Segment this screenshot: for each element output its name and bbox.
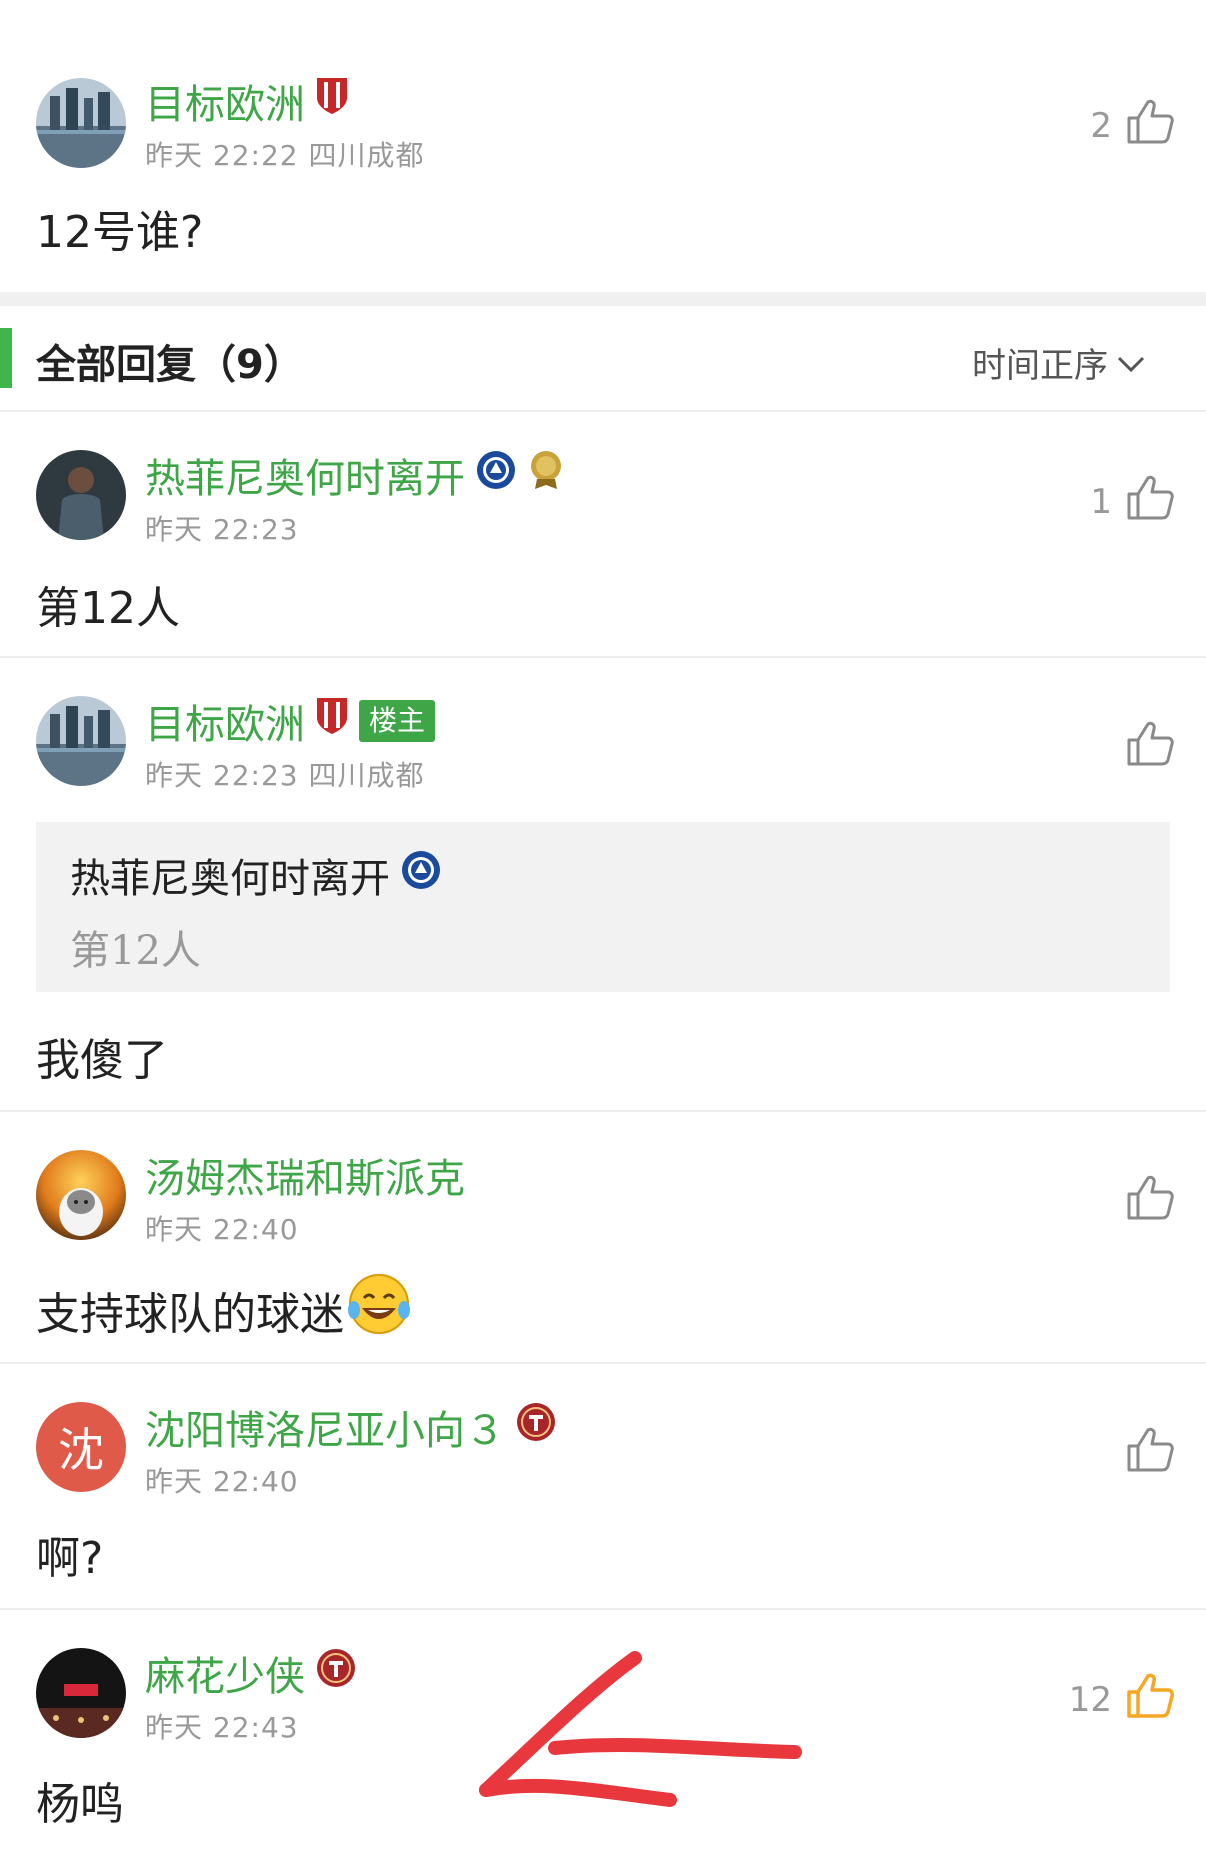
reply-like[interactable] bbox=[1112, 1426, 1174, 1481]
reply-content: 支持球队的球迷 bbox=[36, 1288, 344, 1340]
reply-like[interactable]: 1 bbox=[1090, 474, 1174, 529]
post-content: 12号谁? bbox=[36, 207, 204, 258]
post-like-count: 2 bbox=[1090, 105, 1112, 146]
reply-content-row: 支持球队的球迷 bbox=[36, 1272, 414, 1347]
laughing-tears-emoji-icon bbox=[344, 1272, 414, 1347]
reply-author-row: 热菲尼奥何时离开 bbox=[145, 446, 565, 504]
reply-author-name[interactable]: 麻花少侠 bbox=[145, 1644, 305, 1702]
chelsea-badge-icon bbox=[475, 449, 517, 501]
post-author-name[interactable]: 目标欧洲 bbox=[145, 72, 305, 130]
quote-text: 第12人 bbox=[70, 928, 201, 974]
reply-meta: 昨天 22:43 bbox=[145, 1711, 299, 1744]
reply-like-count: 1 bbox=[1090, 481, 1112, 522]
post-like[interactable]: 2 bbox=[1090, 98, 1174, 153]
reply-meta: 昨天 22:40 bbox=[145, 1213, 299, 1246]
reply-author-name[interactable]: 目标欧洲 bbox=[145, 692, 305, 750]
red-arrow-annotation bbox=[479, 1651, 802, 1807]
thumbs-up-icon bbox=[1126, 474, 1174, 529]
shield-badge-icon bbox=[315, 696, 349, 746]
reply-avatar[interactable]: 沈 bbox=[36, 1402, 126, 1492]
post-avatar[interactable] bbox=[36, 78, 126, 168]
post-meta: 昨天 22:22 四川成都 bbox=[145, 139, 425, 172]
club-badge-icon bbox=[315, 1647, 357, 1699]
thumbs-up-icon bbox=[1126, 1174, 1174, 1229]
avatar-initial: 沈 bbox=[58, 1423, 104, 1477]
quote-author-name: 热菲尼奥何时离开 bbox=[70, 856, 390, 902]
reply-content: 啊? bbox=[36, 1533, 104, 1584]
host-badge: 楼主 bbox=[359, 700, 436, 742]
reply-avatar[interactable] bbox=[36, 450, 126, 540]
reply-like-count: 12 bbox=[1068, 1679, 1112, 1720]
divider bbox=[0, 410, 1206, 412]
chevron-down-icon bbox=[1116, 343, 1146, 383]
divider bbox=[0, 1110, 1206, 1112]
reply-author-row: 沈阳博洛尼亚小向３ bbox=[145, 1398, 557, 1456]
sort-label: 时间正序 bbox=[972, 346, 1108, 386]
thumbs-up-liked-icon bbox=[1126, 1672, 1174, 1727]
quote-author-row: 热菲尼奥何时离开 bbox=[70, 846, 442, 904]
reply-like[interactable] bbox=[1112, 720, 1174, 775]
replies-header: 全部回复（9） 时间正序 bbox=[0, 306, 1206, 410]
reply-like[interactable] bbox=[1112, 1174, 1174, 1229]
thumbs-up-icon bbox=[1126, 98, 1174, 153]
reply-avatar[interactable] bbox=[36, 696, 126, 786]
section-accent-bar bbox=[0, 328, 12, 388]
reply-meta: 昨天 22:23 bbox=[145, 513, 299, 546]
reply-avatar[interactable] bbox=[36, 1150, 126, 1240]
divider bbox=[0, 1362, 1206, 1364]
reply-meta: 昨天 22:40 bbox=[145, 1465, 299, 1498]
reply-content: 我傻了 bbox=[36, 1035, 168, 1086]
reply-author-name[interactable]: 沈阳博洛尼亚小向３ bbox=[145, 1398, 505, 1456]
reply-author-name[interactable]: 热菲尼奥何时离开 bbox=[145, 446, 465, 504]
quoted-reply[interactable]: 热菲尼奥何时离开 第12人 bbox=[36, 822, 1170, 992]
thumbs-up-icon bbox=[1126, 720, 1174, 775]
sort-dropdown[interactable]: 时间正序 bbox=[972, 338, 1146, 387]
club-badge-icon bbox=[515, 1401, 557, 1453]
thumbs-up-icon bbox=[1126, 1426, 1174, 1481]
reply-author-name[interactable]: 汤姆杰瑞和斯派克 bbox=[145, 1146, 465, 1204]
gold-medal-icon bbox=[527, 449, 565, 501]
reply-content: 第12人 bbox=[36, 583, 180, 634]
replies-title: 全部回复（9） bbox=[36, 342, 304, 388]
reply-meta: 昨天 22:23 四川成都 bbox=[145, 759, 425, 792]
chelsea-badge-icon bbox=[400, 849, 442, 901]
reply-author-row: 汤姆杰瑞和斯派克 bbox=[145, 1146, 465, 1204]
shield-badge-icon bbox=[315, 76, 349, 126]
post-author-row: 目标欧洲 bbox=[145, 72, 349, 130]
reply-like[interactable]: 12 bbox=[1069, 1672, 1174, 1727]
divider bbox=[0, 656, 1206, 658]
divider bbox=[0, 1608, 1206, 1610]
reply-author-row: 麻花少侠 bbox=[145, 1644, 357, 1702]
reply-avatar[interactable] bbox=[36, 1648, 126, 1738]
reply-author-row: 目标欧洲 楼主 bbox=[145, 692, 436, 750]
reply-content: 杨鸣 bbox=[36, 1779, 124, 1830]
